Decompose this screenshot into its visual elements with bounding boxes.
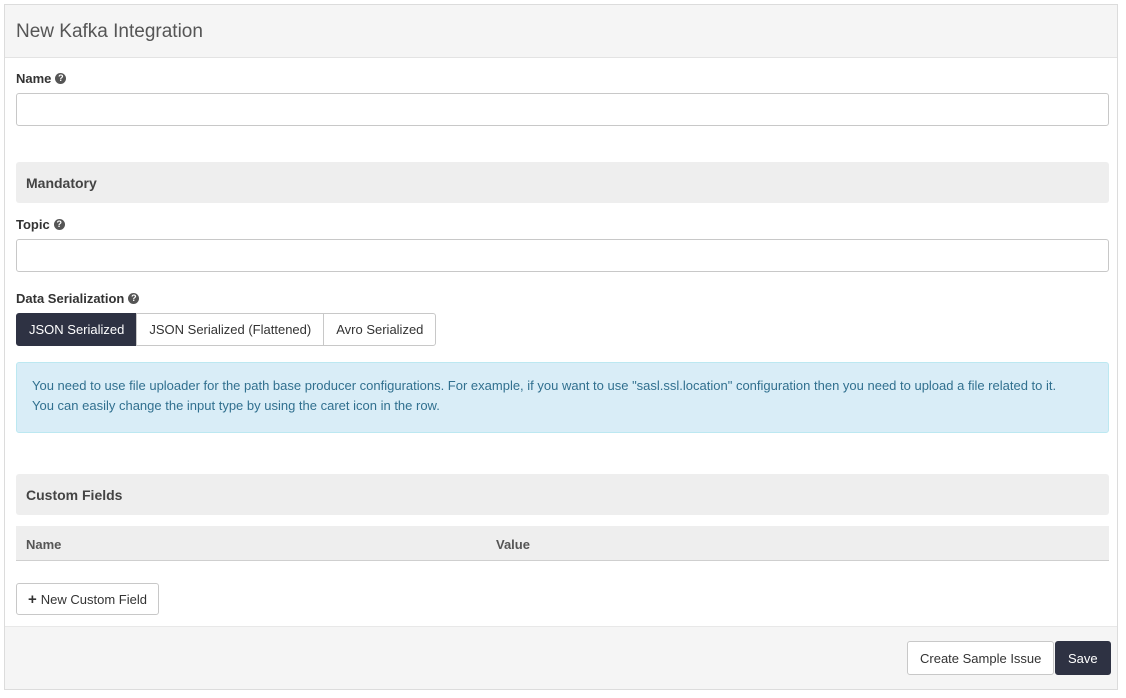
custom-fields-title: Custom Fields <box>26 487 123 503</box>
new-custom-field-label: New Custom Field <box>40 591 147 607</box>
column-name: Name <box>26 537 62 552</box>
info-line-1: You need to use file uploader for the pa… <box>32 378 1057 393</box>
name-label-text: Name <box>16 71 52 86</box>
info-alert: You need to use file uploader for the pa… <box>16 362 1109 433</box>
new-custom-field-button[interactable]: + New Custom Field <box>16 583 159 615</box>
question-circle-icon[interactable]: ? <box>55 73 67 84</box>
plus-icon: + <box>28 590 37 608</box>
custom-fields-section: Custom Fields <box>16 474 1109 515</box>
custom-fields-table-header: Name Value <box>16 526 1109 561</box>
topic-label-text: Topic <box>16 217 50 232</box>
json-serialized-button[interactable]: JSON Serialized <box>16 313 138 346</box>
create-sample-issue-button[interactable]: Create Sample Issue <box>907 641 1055 675</box>
question-circle-icon[interactable]: ? <box>128 293 140 304</box>
integration-panel: New Kafka Integration Name ? Mandatory T… <box>4 4 1118 690</box>
name-label: Name ? <box>16 71 67 86</box>
page-title: New Kafka Integration <box>16 21 203 42</box>
question-circle-icon[interactable]: ? <box>53 219 65 230</box>
panel-header: New Kafka Integration <box>5 5 1117 58</box>
panel-footer: Create Sample Issue Save <box>5 626 1117 689</box>
avro-serialized-button[interactable]: Avro Serialized <box>323 313 437 346</box>
column-value: Value <box>496 537 530 552</box>
serialization-label: Data Serialization ? <box>16 291 140 306</box>
save-button[interactable]: Save <box>1055 641 1111 675</box>
name-input[interactable] <box>16 93 1109 126</box>
serialization-toggle-group: JSON Serialized JSON Serialized (Flatten… <box>16 313 437 346</box>
info-line-2: You can easily change the input type by … <box>32 398 440 413</box>
mandatory-section: Mandatory <box>16 162 1109 203</box>
json-flattened-button[interactable]: JSON Serialized (Flattened) <box>136 313 325 346</box>
topic-label: Topic ? <box>16 217 65 232</box>
topic-input[interactable] <box>16 239 1109 272</box>
serialization-label-text: Data Serialization <box>16 291 125 306</box>
mandatory-title: Mandatory <box>26 175 97 191</box>
